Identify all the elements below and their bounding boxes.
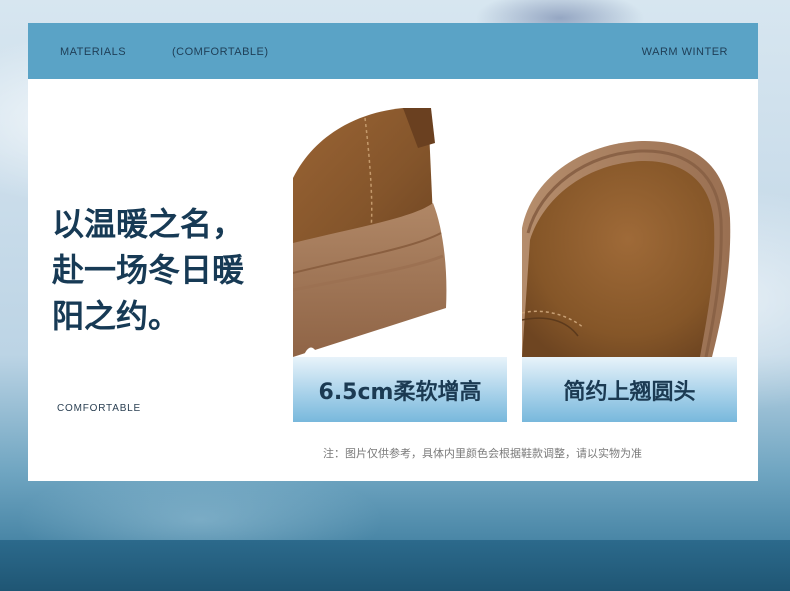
headline: 以温暖之名， 赴一场冬日暖 阳之约。	[52, 201, 302, 339]
headline-line-2: 赴一场冬日暖	[52, 251, 245, 289]
header-materials: MATERIALS	[60, 46, 127, 58]
shoe-sole-photo	[293, 108, 507, 357]
feature-caption-toe: 简约上翘圆头	[522, 357, 737, 422]
header-comfortable: (COMFORTABLE)	[172, 46, 269, 58]
header-warm-winter: WARM WINTER	[641, 46, 728, 58]
feature-caption-height: 6.5cm柔软增高	[293, 357, 507, 422]
disclaimer-note: 注：图片仅供参考，具体内里颜色会根据鞋款调整，请以实物为准	[323, 447, 642, 460]
headline-line-1: 以温暖之名，	[52, 205, 245, 243]
headline-line-3: 阳之约。	[52, 297, 181, 335]
comfortable-label: COMFORTABLE	[57, 403, 141, 414]
header-bar: MATERIALS (COMFORTABLE) WARM WINTER	[28, 23, 758, 79]
bottom-band	[0, 540, 790, 591]
shoe-toe-photo	[522, 108, 737, 357]
content-card: MATERIALS (COMFORTABLE) WARM WINTER 以温暖之…	[28, 23, 758, 481]
